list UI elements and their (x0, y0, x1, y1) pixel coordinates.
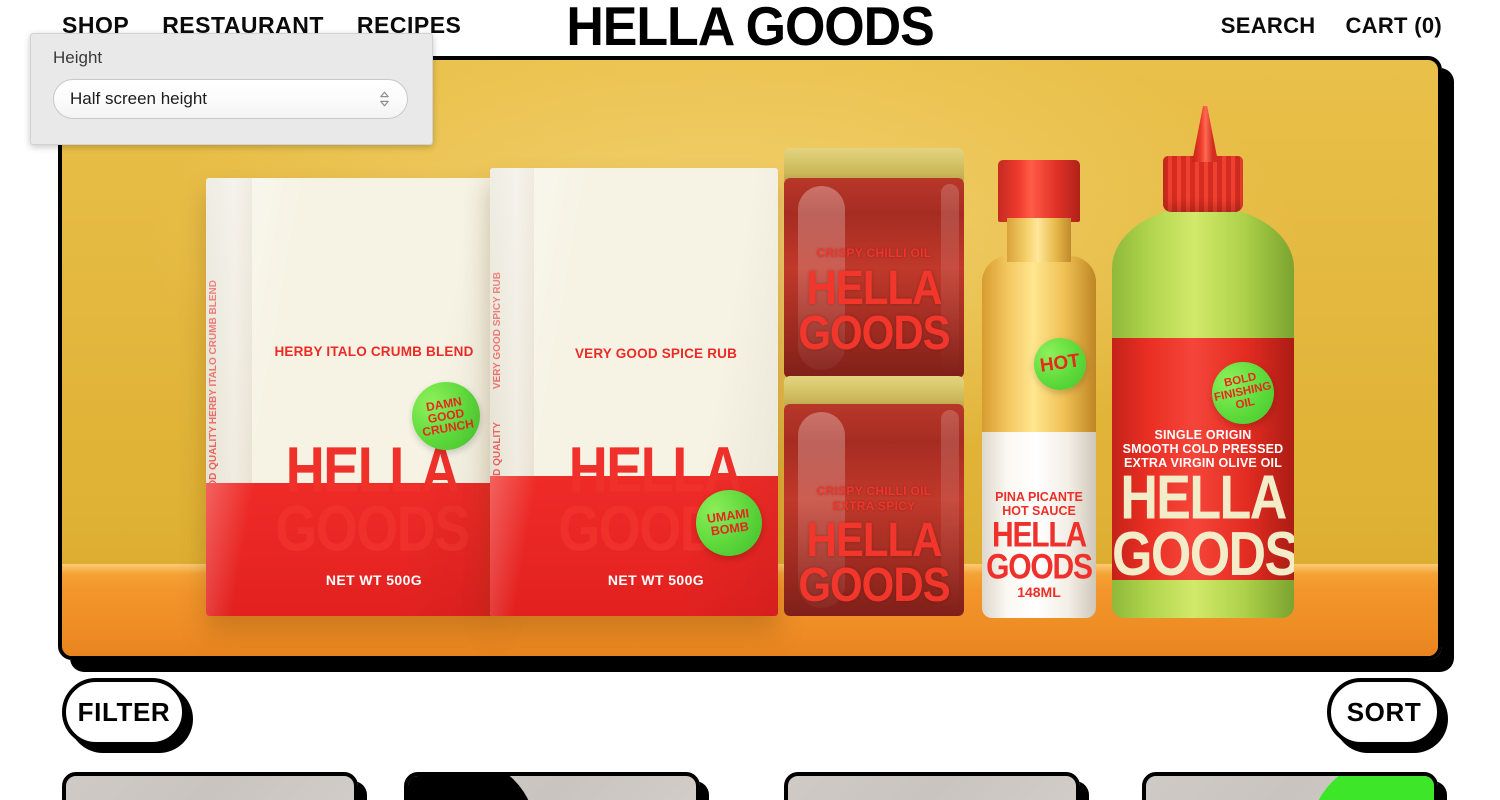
filter-button[interactable]: FILTER (62, 678, 186, 746)
height-select-value: Half screen height (70, 89, 208, 108)
product-card[interactable] (784, 772, 1080, 800)
sort-button[interactable]: SORT (1327, 678, 1441, 746)
olive-oil-line-2: SMOOTH COLD PRESSED (1122, 442, 1284, 456)
search-button[interactable]: SEARCH (1221, 13, 1316, 39)
product-jar-chilli-oil-extra-spicy: CRISPY CHILLI OIL EXTRA SPICY HELLA GOOD… (784, 376, 964, 616)
product-card-badge (408, 776, 536, 800)
chevron-updown-icon (377, 88, 391, 110)
jar-brand-text: HELLA GOODS (798, 260, 950, 359)
hero-product-stage: HERBY ITALO CRUMB BLEND CERTIFIED HELLA … (62, 60, 1438, 656)
product-olive-oil: SINGLE ORIGIN SMOOTH COLD PRESSED EXTRA … (1112, 106, 1294, 618)
box-spine-top-text: HERBY ITALO CRUMB BLEND (208, 280, 219, 425)
box2-net-weight: NET WT 500G (607, 572, 705, 588)
page-root: SHOP RESTAURANT RECIPES HELLA GOODS SEAR… (0, 0, 1500, 800)
hot-sauce-line-1: PINA PICANTE (995, 490, 1083, 504)
olive-oil-body: SINGLE ORIGIN SMOOTH COLD PRESSED EXTRA … (1112, 312, 1294, 618)
box-product-name: HERBY ITALO CRUMB BLEND (274, 344, 474, 359)
product-jar-chilli-oil: CRISPY CHILLI OIL HELLA GOODS (784, 148, 964, 378)
box-brand-text: HELLA GOODS (275, 435, 470, 566)
box2-product-name: VERY GOOD SPICE RUB (574, 346, 738, 361)
jar-lid (784, 148, 964, 182)
olive-oil-shoulder (1112, 206, 1294, 326)
hot-sauce-volume: 148ML (1017, 584, 1061, 600)
olive-oil-brand-text: HELLA GOODS (1112, 463, 1294, 590)
box-net-weight: NET WT 500G (325, 572, 423, 588)
product-card[interactable] (1142, 772, 1438, 800)
product-hot-sauce: PINA PICANTE HOT SAUCE HELLA GOODS 148ML… (982, 160, 1096, 618)
hero-frame: HERBY ITALO CRUMB BLEND CERTIFIED HELLA … (58, 56, 1442, 660)
filter-sort-toolbar: FILTER SORT (0, 678, 1500, 764)
height-select[interactable]: Half screen height (53, 79, 408, 119)
olive-oil-line-1: SINGLE ORIGIN (1154, 428, 1252, 442)
olive-oil-nozzle (1192, 106, 1219, 162)
utility-navigation: SEARCH CART (0) (1221, 13, 1442, 39)
box2-spine-top-text: VERY GOOD SPICY RUB (492, 272, 503, 390)
height-settings-panel: Height Half screen height (30, 33, 433, 145)
hot-sauce-neck (1007, 218, 1071, 262)
product-grid (0, 766, 1500, 800)
olive-oil-cap (1162, 156, 1244, 212)
jar2-brand-text: HELLA GOODS (798, 512, 950, 611)
product-box-spice-rub: VERY GOOD SPICY RUB CERTIFIED HELLA GOOD… (490, 168, 778, 616)
height-field-label: Height (53, 48, 103, 67)
jar2-product-name: CRISPY CHILLI OIL (816, 484, 932, 498)
cart-button[interactable]: CART (0) (1345, 13, 1442, 39)
product-card-badge (1310, 776, 1434, 800)
jar2-product-variant: EXTRA SPICY (832, 499, 916, 513)
jar-product-name: CRISPY CHILLI OIL (816, 246, 932, 260)
product-card[interactable] (62, 772, 358, 800)
product-box-crumb-blend: HERBY ITALO CRUMB BLEND CERTIFIED HELLA … (206, 178, 496, 616)
hero-banner[interactable]: HERBY ITALO CRUMB BLEND CERTIFIED HELLA … (58, 56, 1442, 660)
hot-sauce-cap (997, 160, 1081, 222)
hot-sauce-brand-text: HELLA GOODS (986, 516, 1093, 587)
product-card[interactable] (404, 772, 700, 800)
hot-sauce-body: PINA PICANTE HOT SAUCE HELLA GOODS 148ML (982, 256, 1096, 618)
